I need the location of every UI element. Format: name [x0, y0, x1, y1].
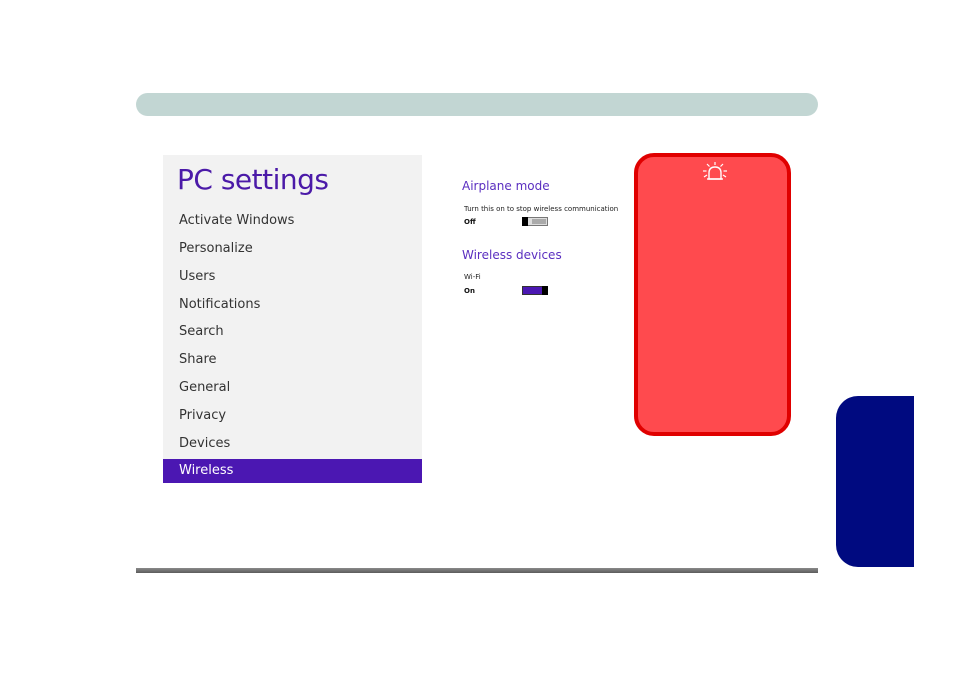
nav-item-wireless[interactable]: Wireless — [163, 459, 422, 483]
page-title: PC settings — [177, 163, 329, 196]
chapter-side-tab — [836, 396, 914, 567]
footer-divider — [136, 568, 818, 573]
nav-item-notifications[interactable]: Notifications — [163, 293, 422, 317]
airplane-mode-heading: Airplane mode — [462, 179, 550, 193]
nav-item-activate-windows[interactable]: Activate Windows — [163, 209, 422, 233]
nav-item-privacy[interactable]: Privacy — [163, 404, 422, 428]
airplane-mode-description: Turn this on to stop wireless communicat… — [464, 205, 619, 213]
airplane-mode-toggle[interactable] — [522, 217, 548, 226]
nav-item-personalize[interactable]: Personalize — [163, 237, 422, 261]
header-bar — [136, 93, 818, 116]
nav-item-devices[interactable]: Devices — [163, 432, 422, 456]
nav-item-search[interactable]: Search — [163, 320, 422, 344]
airplane-mode-state: Off — [464, 218, 476, 226]
nav-item-users[interactable]: Users — [163, 265, 422, 289]
pc-settings-panel: PC settings Activate Windows Personalize… — [163, 155, 422, 483]
nav-item-share[interactable]: Share — [163, 348, 422, 372]
wifi-state: On — [464, 287, 475, 295]
wifi-toggle[interactable] — [522, 286, 548, 295]
wifi-label: Wi-Fi — [464, 273, 481, 281]
nav-item-general[interactable]: General — [163, 376, 422, 400]
hardware-indicator-box — [634, 153, 791, 436]
wireless-devices-heading: Wireless devices — [462, 248, 562, 262]
alarm-bell-icon — [703, 162, 727, 180]
